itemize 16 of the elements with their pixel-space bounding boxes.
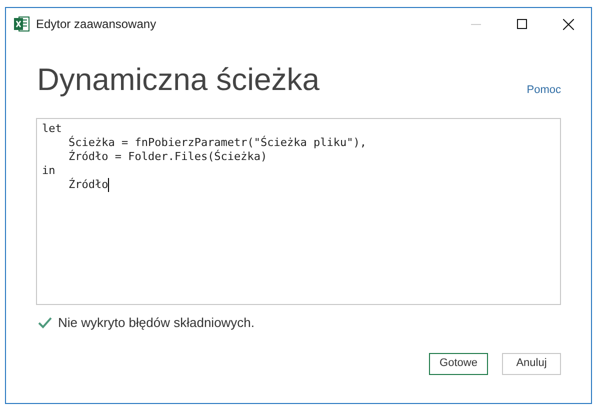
window-title: Edytor zaawansowany: [36, 16, 156, 33]
status-message: Nie wykryto błędów składniowych.: [58, 314, 255, 332]
code-line: Źródło: [67, 178, 110, 192]
code-line: Źródło = Folder.Files(Ścieżka): [67, 150, 268, 164]
help-link[interactable]: Pomoc: [526, 82, 561, 98]
dialog-button[interactable]: Gotowe: [429, 352, 488, 374]
dialog-button[interactable]: Anuluj: [502, 352, 561, 374]
code-line: Ścieżka = fnPobierzParametr("Ścieżka pliku"),: [67, 136, 367, 150]
code-editor[interactable]: let Ścieżka = fnPobierzParametr("Ścieżka pliku"), Źródło = Folder.Files(Ścieżka) in Źródło: [36, 118, 561, 305]
spreadsheet-app-icon: [14, 16, 30, 32]
query-title: Dynamiczna ścieżka: [37, 61, 320, 99]
close-icon: [562, 18, 574, 30]
code-line: let: [42, 122, 62, 136]
code-line: in: [42, 164, 56, 178]
text-cursor: [108, 178, 110, 192]
maximize-icon: [517, 19, 527, 29]
